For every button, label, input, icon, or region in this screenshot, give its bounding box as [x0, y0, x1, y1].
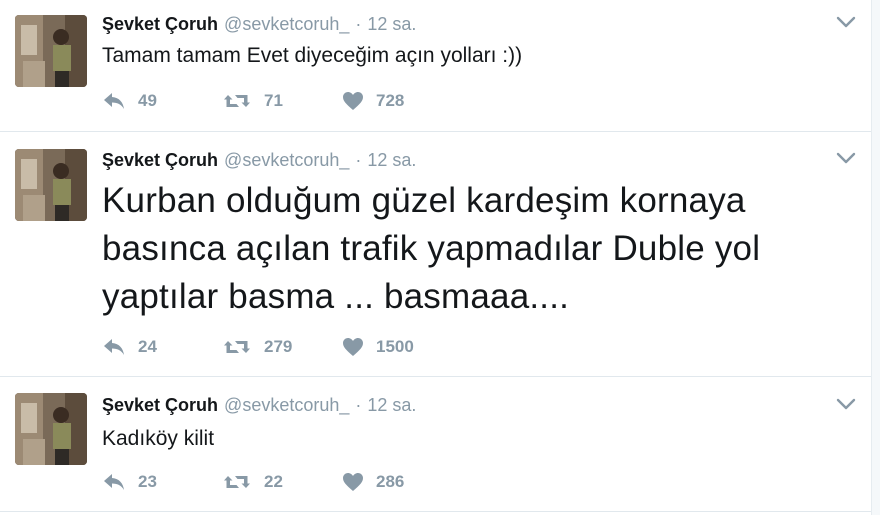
reply-icon — [102, 92, 126, 110]
tweet[interactable] — [0, 132, 872, 377]
tweet-text: Tamam tamam Evet diyeceğim açın yolları … — [102, 44, 523, 67]
tweet-header: Şevket Çoruh @sevketcoruh_ · 12 sa. — [102, 14, 416, 35]
like-button[interactable]: 728 — [342, 91, 462, 111]
tweet[interactable] — [0, 377, 872, 512]
user-handle[interactable]: @sevketcoruh_ — [224, 14, 349, 34]
retweet-button[interactable]: 71 — [222, 91, 342, 111]
avatar[interactable] — [15, 149, 87, 221]
heart-icon — [342, 91, 364, 111]
tweet[interactable]: Şevket Çoruh @sevketcoruh_ · 12 sa. Tamam t… — [0, 0, 872, 132]
like-count: 728 — [376, 91, 405, 110]
reply-count: 49 — [138, 91, 157, 110]
retweet-count: 71 — [264, 91, 283, 110]
avatar[interactable] — [15, 393, 87, 465]
avatar[interactable] — [15, 15, 87, 87]
scrollbar-track[interactable] — [871, 0, 880, 515]
timestamp[interactable]: 12 sa. — [367, 14, 416, 34]
retweet-icon — [222, 92, 252, 110]
separator: · — [355, 14, 362, 34]
tweet-feed: Şevket Çoruh @sevketcoruh_ · 12 sa. Tamam t… — [0, 0, 880, 515]
reply-button[interactable]: 49 — [102, 91, 222, 111]
tweet-actions: 49 71 728 — [102, 88, 462, 114]
chevron-down-icon[interactable] — [836, 15, 856, 29]
display-name[interactable]: Şevket Çoruh — [102, 14, 218, 34]
